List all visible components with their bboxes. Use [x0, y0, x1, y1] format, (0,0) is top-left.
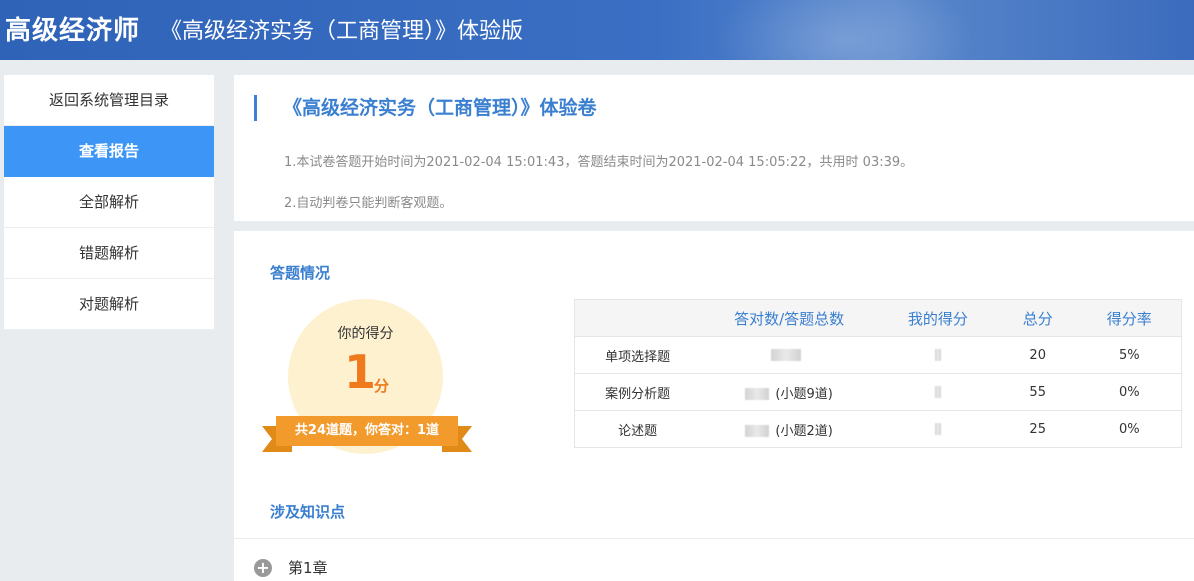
paper-info-panel: 《高级经济实务（工商管理）》体验卷 1.本试卷答题开始时间为2021-02-04…: [234, 75, 1194, 221]
my-score: [878, 411, 998, 448]
redacted-value: [745, 425, 769, 437]
table-row: 单项选择题 20 5%: [575, 337, 1182, 374]
score-rate: 0%: [1078, 374, 1182, 411]
score-value: 1: [344, 345, 376, 399]
sidebar: 返回系统管理目录 查看报告 全部解析 错题解析 对题解析: [4, 75, 214, 330]
expand-plus-icon[interactable]: +: [254, 559, 272, 577]
sub-question-count: (小题2道): [775, 424, 832, 439]
sidebar-item-wrong-analysis[interactable]: 错题解析: [4, 228, 214, 279]
score-unit: 分: [374, 375, 389, 396]
summary-ribbon-text: 共24道题，你答对：1道: [276, 416, 458, 446]
table-header-row: 答对数/答题总数 我的得分 总分 得分率: [575, 300, 1182, 337]
sub-question-count: (小题9道): [775, 387, 832, 402]
table-header: 总分: [998, 300, 1078, 337]
timing-note: 1.本试卷答题开始时间为2021-02-04 15:01:43，答题结束时间为2…: [284, 151, 913, 170]
top-header: 高级经济师 《高级经济实务（工商管理）》体验版: [0, 0, 1194, 60]
question-type: 单项选择题: [575, 337, 701, 374]
table-header: 得分率: [1078, 300, 1182, 337]
score-rate: 0%: [1078, 411, 1182, 448]
grading-note: 2.自动判卷只能判断客观题。: [284, 192, 452, 211]
redacted-value: [745, 388, 769, 400]
question-type: 案例分析题: [575, 374, 701, 411]
redacted-value: [935, 349, 941, 361]
total-score: 55: [998, 374, 1078, 411]
sidebar-item-all-analysis[interactable]: 全部解析: [4, 177, 214, 228]
my-score: [878, 374, 998, 411]
correct-count: (小题2道): [700, 411, 878, 448]
score-label: 你的得分: [288, 323, 443, 343]
sidebar-item-correct-analysis[interactable]: 对题解析: [4, 279, 214, 330]
question-type: 论述题: [575, 411, 701, 448]
table-header: 我的得分: [878, 300, 998, 337]
report-panel: 答题情况 你的得分 1 分 共24道题，你答对：1道 答对数/答题总数 我的得分…: [234, 231, 1194, 581]
table-row: 案例分析题 (小题9道) 55 0%: [575, 374, 1182, 411]
sidebar-item-back[interactable]: 返回系统管理目录: [4, 75, 214, 126]
section-title-knowledge: 涉及知识点: [270, 501, 345, 522]
total-score: 20: [998, 337, 1078, 374]
exam-name: 《高级经济实务（工商管理）》体验版: [160, 13, 523, 45]
sidebar-item-report[interactable]: 查看报告: [4, 126, 214, 177]
chapter-label: 第1章: [288, 557, 328, 578]
redacted-value: [935, 423, 941, 435]
correct-count: (小题9道): [700, 374, 878, 411]
section-title-answers: 答题情况: [270, 262, 330, 283]
score-rate: 5%: [1078, 337, 1182, 374]
chapter-item[interactable]: + 第1章: [254, 557, 328, 578]
correct-count: [700, 337, 878, 374]
table-header: 答对数/答题总数: [700, 300, 878, 337]
divider: [234, 538, 1194, 539]
redacted-value: [935, 386, 941, 398]
paper-title: 《高级经济实务（工商管理）》体验卷: [254, 95, 597, 121]
brand-title: 高级经济师: [5, 10, 140, 47]
table-row: 论述题 (小题2道) 25 0%: [575, 411, 1182, 448]
my-score: [878, 337, 998, 374]
summary-ribbon: 共24道题，你答对：1道: [262, 416, 472, 454]
redacted-value: [771, 349, 801, 361]
stats-table: 答对数/答题总数 我的得分 总分 得分率 单项选择题 20 5% 案例分析题 (…: [574, 299, 1182, 448]
total-score: 25: [998, 411, 1078, 448]
table-header: [575, 300, 701, 337]
